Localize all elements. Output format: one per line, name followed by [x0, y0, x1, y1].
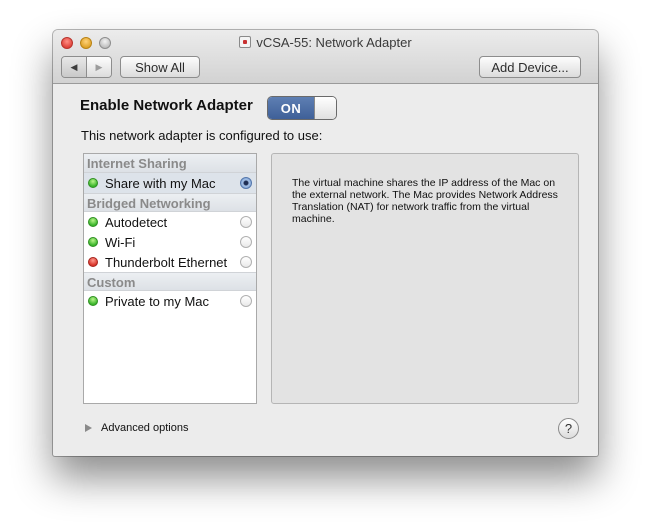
group-header: Bridged Networking	[84, 193, 256, 212]
toggle-on-label: ON	[268, 97, 314, 119]
titlebar: vCSA-55: Network Adapter ◀ ▶ Show All Ad…	[53, 30, 598, 84]
enable-network-adapter-label: Enable Network Adapter	[80, 97, 253, 114]
show-all-button[interactable]: Show All	[120, 56, 200, 78]
status-dot-icon	[88, 178, 98, 188]
forward-button[interactable]: ▶	[87, 57, 111, 77]
network-option-radio[interactable]	[240, 295, 252, 307]
window-title-text: vCSA-55: Network Adapter	[256, 35, 412, 50]
window-title: vCSA-55: Network Adapter	[53, 35, 598, 50]
network-source-list: Internet Sharing Share with my Mac Bridged…	[83, 153, 257, 404]
network-option-radio[interactable]	[240, 216, 252, 228]
configured-to-use-label: This network adapter is configured to us…	[81, 128, 323, 143]
nav-back-forward: ◀ ▶	[61, 56, 112, 78]
network-option-radio[interactable]	[240, 236, 252, 248]
disclosure-triangle-icon	[85, 424, 92, 432]
forward-arrow-icon: ▶	[95, 61, 103, 72]
network-option-label: Private to my Mac	[105, 293, 210, 309]
description-text: The virtual machine shares the IP addres…	[292, 177, 558, 225]
toggle-knob[interactable]	[314, 97, 336, 119]
status-dot-icon	[88, 257, 98, 267]
back-arrow-icon: ◀	[70, 61, 78, 72]
preferences-window: vCSA-55: Network Adapter ◀ ▶ Show All Ad…	[53, 30, 598, 456]
network-option-label: Share with my Mac	[105, 175, 216, 191]
network-option-radio[interactable]	[240, 256, 252, 268]
network-option-label: Autodetect	[105, 214, 168, 230]
description-panel: The virtual machine shares the IP addres…	[271, 153, 579, 404]
network-option-radio[interactable]	[240, 177, 252, 189]
status-dot-icon	[88, 296, 98, 306]
help-icon: ?	[564, 421, 573, 436]
group-header: Internet Sharing	[84, 154, 256, 173]
enable-toggle[interactable]: ON	[267, 96, 337, 120]
back-button[interactable]: ◀	[62, 57, 87, 77]
content-area: Enable Network Adapter ON This network a…	[53, 85, 598, 456]
network-option-label: Wi-Fi	[105, 234, 136, 250]
network-option-item[interactable]: Wi-Fi	[84, 232, 256, 252]
network-option-item[interactable]: Thunderbolt Ethernet	[84, 252, 256, 272]
network-option-item[interactable]: Autodetect	[84, 212, 256, 232]
add-device-button[interactable]: Add Device...	[479, 56, 581, 78]
help-button[interactable]: ?	[558, 418, 579, 439]
advanced-options-label: Advanced options	[101, 422, 189, 434]
group-header: Custom	[84, 272, 256, 291]
status-dot-icon	[88, 237, 98, 247]
status-dot-icon	[88, 217, 98, 227]
network-option-item[interactable]: Share with my Mac	[84, 173, 256, 193]
network-option-item[interactable]: Private to my Mac	[84, 291, 256, 311]
network-option-label: Thunderbolt Ethernet	[105, 254, 228, 270]
vmware-vm-icon	[239, 36, 252, 48]
advanced-options-disclosure[interactable]: Advanced options	[85, 422, 188, 434]
